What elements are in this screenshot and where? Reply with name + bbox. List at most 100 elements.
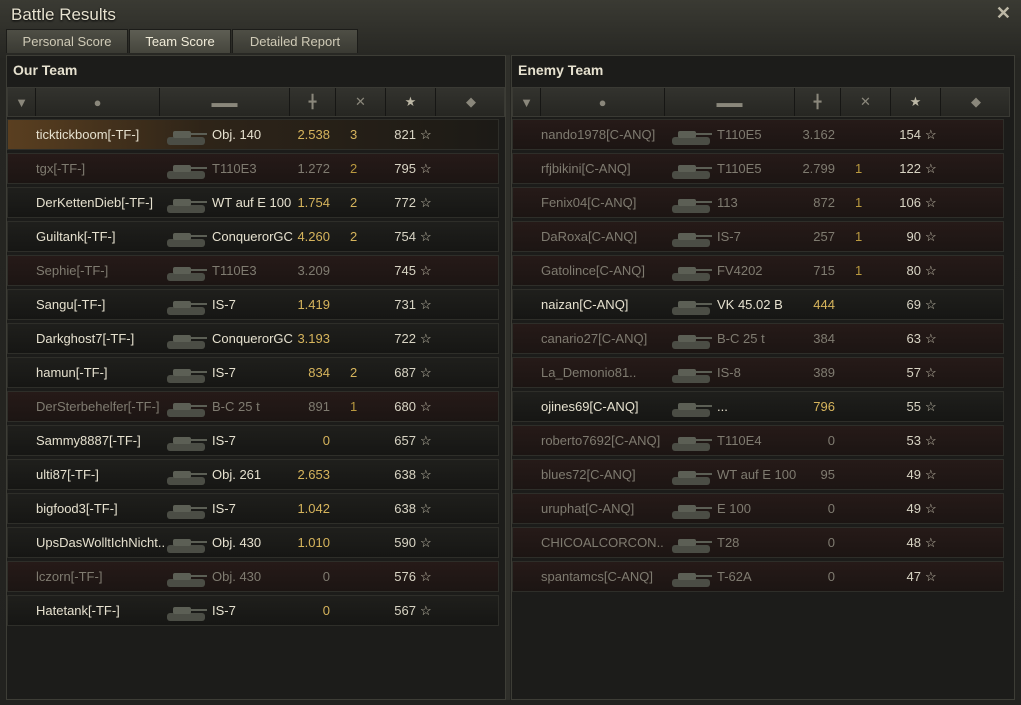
damage-value: 0 <box>322 569 330 584</box>
damage-value: 3.162 <box>802 127 835 142</box>
tank-image <box>167 131 207 145</box>
tab-detailed-report[interactable]: Detailed Report <box>232 29 358 53</box>
damage-value: 95 <box>820 467 835 482</box>
tank-image <box>672 403 712 417</box>
xp-star-icon[interactable]: ★ <box>386 88 436 116</box>
medal-icon[interactable]: ◆ <box>941 88 1011 116</box>
xp-value: 657 <box>394 433 416 448</box>
player-name: roberto7692[C-ANQ] <box>541 433 661 448</box>
table-row[interactable]: spantamcs[C-ANQ] T-62A 0 47 ☆ <box>512 561 1004 592</box>
table-row[interactable]: ojines69[C-ANQ]... 796 55 ☆ <box>512 391 1004 422</box>
damage-value: 891 <box>308 399 330 414</box>
tank-name: WT auf E 100 <box>717 467 797 482</box>
damage-value: 384 <box>813 331 835 346</box>
table-row[interactable]: rfjbikini[C-ANQ] T110E5 2.799 1 122 ☆ <box>512 153 1004 184</box>
player-name: ulti87[-TF-] <box>36 467 99 482</box>
table-row[interactable]: naizan[C-ANQ] VK 45.02 B 444 69 ☆ <box>512 289 1004 320</box>
table-row[interactable]: Sammy8887[-TF-] IS-7 0 657 ☆ <box>7 425 499 456</box>
xp-star-icon: ☆ <box>925 331 937 346</box>
player-name: DerSterbehelfer[-TF-] <box>36 399 160 414</box>
xp-value: 795 <box>394 161 416 176</box>
damage-value: 0 <box>827 433 835 448</box>
table-row[interactable]: ticktickboom[-TF-] Obj. 140 2.538 3 821 ☆ <box>7 119 499 150</box>
squad-icon[interactable]: ▼ <box>8 88 36 116</box>
tank-name: ConquerorGC <box>212 229 293 244</box>
tank-icon[interactable]: ▬▬ <box>160 88 290 116</box>
xp-star-icon[interactable]: ★ <box>891 88 941 116</box>
xp-value: 63 <box>906 331 921 346</box>
table-row[interactable]: blues72[C-ANQ] WT auf E 100 95 49 ☆ <box>512 459 1004 490</box>
tank-image <box>167 573 207 587</box>
squad-icon[interactable]: ▼ <box>513 88 541 116</box>
xp-value: 80 <box>906 263 921 278</box>
xp-star-icon: ☆ <box>925 365 937 380</box>
player-name: Sangu[-TF-] <box>36 297 106 312</box>
table-row[interactable]: tgx[-TF-] T110E3 1.272 2 795 ☆ <box>7 153 499 184</box>
player-name: CHICOALCORCON.. <box>541 535 664 550</box>
tab-team-score[interactable]: Team Score <box>129 29 231 53</box>
table-row[interactable]: Fenix04[C-ANQ] 113 872 1 106 ☆ <box>512 187 1004 218</box>
table-row[interactable]: hamun[-TF-] IS-7 834 2 687 ☆ <box>7 357 499 388</box>
tank-image <box>167 199 207 213</box>
table-row[interactable]: DerSterbehelfer[-TF-] B-C 25 t 891 1 680 ☆ <box>7 391 499 422</box>
frags-icon[interactable]: ✕ <box>841 88 891 116</box>
table-row[interactable]: Sangu[-TF-] IS-7 1.419 731 ☆ <box>7 289 499 320</box>
tank-name: T110E5 <box>717 161 762 176</box>
xp-star-icon: ☆ <box>420 467 432 482</box>
table-row[interactable]: Darkghost7[-TF-] ConquerorGC 3.193 722 ☆ <box>7 323 499 354</box>
xp-value: 154 <box>899 127 921 142</box>
xp-star-icon: ☆ <box>925 127 937 142</box>
table-row[interactable]: lczorn[-TF-] Obj. 430 0 576 ☆ <box>7 561 499 592</box>
table-row[interactable]: La_Demonio81.. IS-8 389 57 ☆ <box>512 357 1004 388</box>
tank-name: FV4202 <box>717 263 763 278</box>
tank-image <box>167 539 207 553</box>
tank-icon[interactable]: ▬▬ <box>665 88 795 116</box>
player-name: ojines69[C-ANQ] <box>541 399 639 414</box>
tank-image <box>672 437 712 451</box>
table-row[interactable]: nando1978[C-ANQ] T110E5 3.162 154 ☆ <box>512 119 1004 150</box>
xp-value: 567 <box>394 603 416 618</box>
frags-value: 3 <box>350 127 358 142</box>
table-row[interactable]: Sephie[-TF-] T110E3 3.209 745 ☆ <box>7 255 499 286</box>
table-row[interactable]: UpsDasWolltIchNicht.. Obj. 430 1.010 590 ☆ <box>7 527 499 558</box>
tank-image <box>672 539 712 553</box>
medal-icon[interactable]: ◆ <box>436 88 506 116</box>
table-row[interactable]: Hatetank[-TF-] IS-7 0 567 ☆ <box>7 595 499 626</box>
table-row[interactable]: DerKettenDieb[-TF-] WT auf E 100 1.754 2 772… <box>7 187 499 218</box>
battle-results-window: Battle Results ✕ Personal Score Team Sco… <box>0 0 1021 705</box>
tank-name: 113 <box>717 195 738 210</box>
player-name: bigfood3[-TF-] <box>36 501 118 516</box>
table-row[interactable]: Guiltank[-TF-] ConquerorGC 4.260 2 754 ☆ <box>7 221 499 252</box>
xp-value: 821 <box>394 127 416 142</box>
tab-personal-score[interactable]: Personal Score <box>6 29 128 53</box>
player-icon[interactable]: ● <box>36 88 160 116</box>
frags-icon[interactable]: ✕ <box>336 88 386 116</box>
damage-value: 0 <box>322 603 330 618</box>
xp-star-icon: ☆ <box>925 263 937 278</box>
damage-icon[interactable]: ╋ <box>795 88 841 116</box>
close-icon[interactable]: ✕ <box>996 3 1011 24</box>
table-row[interactable]: DaRoxa[C-ANQ] IS-7 257 1 90 ☆ <box>512 221 1004 252</box>
table-row[interactable]: Gatolince[C-ANQ] FV4202 715 1 80 ☆ <box>512 255 1004 286</box>
xp-value: 90 <box>906 229 921 244</box>
xp-value: 122 <box>899 161 921 176</box>
table-row[interactable]: ulti87[-TF-] Obj. 261 2.653 638 ☆ <box>7 459 499 490</box>
player-icon[interactable]: ● <box>541 88 665 116</box>
xp-value: 680 <box>394 399 416 414</box>
frags-value: 1 <box>855 161 863 176</box>
tank-name: E 100 <box>717 501 751 516</box>
table-row[interactable]: CHICOALCORCON.. T28 0 48 ☆ <box>512 527 1004 558</box>
damage-icon[interactable]: ╋ <box>290 88 336 116</box>
xp-star-icon: ☆ <box>420 603 432 618</box>
frags-value: 1 <box>855 195 863 210</box>
player-name: hamun[-TF-] <box>36 365 108 380</box>
player-name: canario27[C-ANQ] <box>541 331 648 346</box>
xp-value: 55 <box>906 399 921 414</box>
xp-star-icon: ☆ <box>420 535 432 550</box>
table-row[interactable]: bigfood3[-TF-] IS-7 1.042 638 ☆ <box>7 493 499 524</box>
table-row[interactable]: roberto7692[C-ANQ] T110E4 0 53 ☆ <box>512 425 1004 456</box>
damage-value: 3.209 <box>297 263 330 278</box>
xp-star-icon: ☆ <box>925 297 937 312</box>
table-row[interactable]: uruphat[C-ANQ] E 100 0 49 ☆ <box>512 493 1004 524</box>
table-row[interactable]: canario27[C-ANQ] B-C 25 t 384 63 ☆ <box>512 323 1004 354</box>
